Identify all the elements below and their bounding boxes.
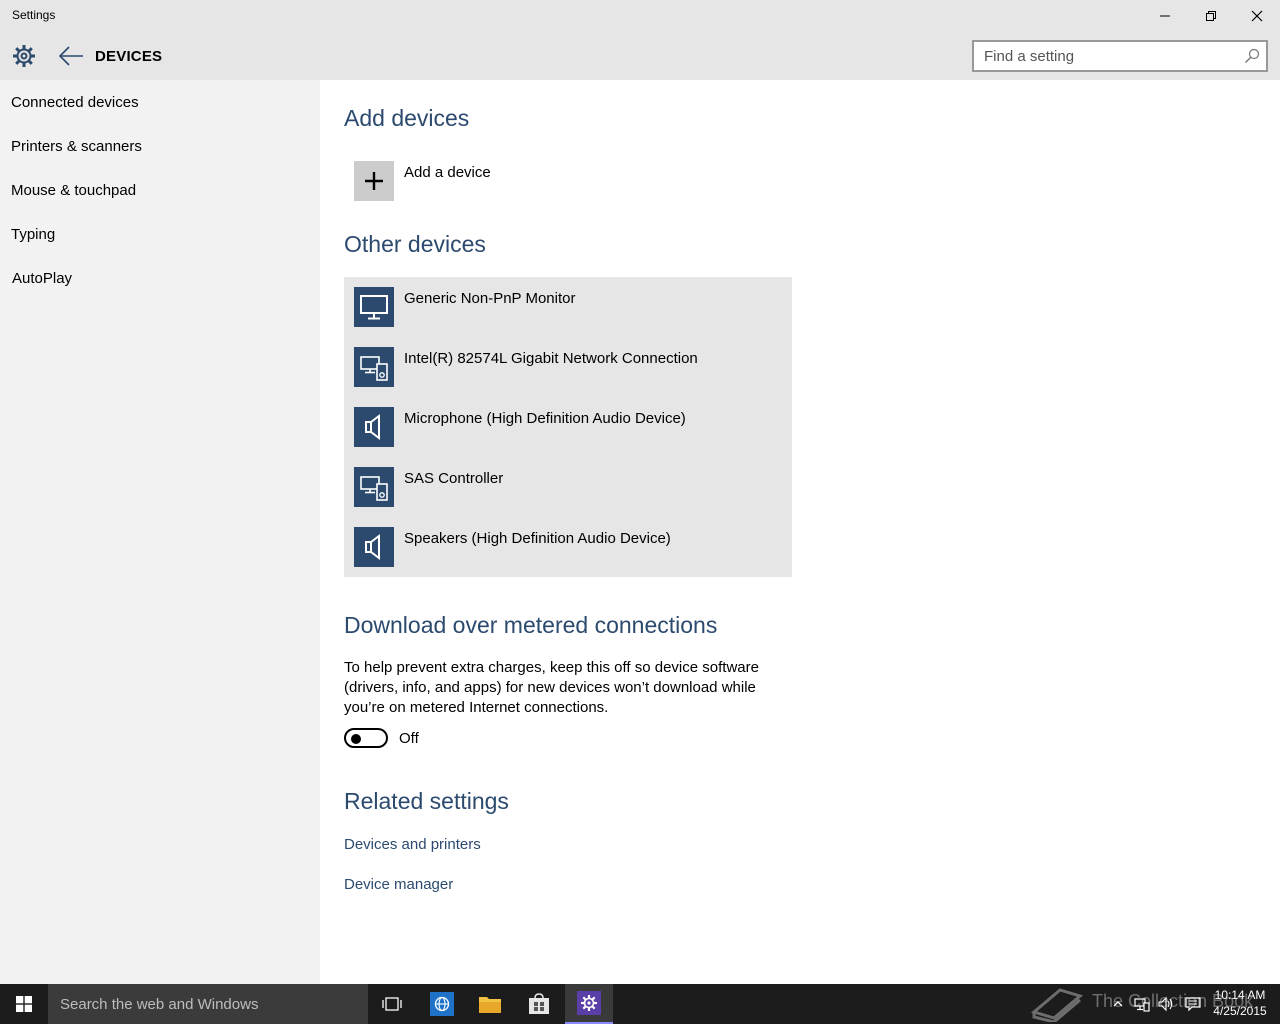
chevron-up-icon[interactable] [1110, 996, 1126, 1012]
search-icon [1245, 48, 1260, 63]
page-title: DEVICES [95, 48, 163, 65]
device-tile [354, 287, 394, 327]
minimize-button[interactable] [1142, 0, 1188, 32]
close-button[interactable] [1234, 0, 1280, 32]
sidebar-item-typing[interactable]: Typing [11, 226, 55, 243]
task-view-button[interactable] [368, 984, 416, 1024]
taskbar-search-box[interactable]: Search the web and Windows [48, 984, 368, 1024]
device-name: Intel(R) 82574L Gigabit Network Connecti… [404, 350, 698, 367]
toggle-state-label: Off [399, 730, 419, 747]
plus-icon [365, 172, 383, 190]
device-manager-link[interactable]: Device manager [344, 876, 453, 893]
network-icon[interactable] [1134, 996, 1150, 1012]
sidebar-item-connected-devices[interactable]: Connected devices [11, 94, 139, 111]
search-box[interactable] [972, 40, 1268, 72]
window-title: Settings [12, 8, 56, 22]
restore-icon [1206, 11, 1216, 21]
taskbar-store-button[interactable] [515, 984, 563, 1024]
toggle-knob [351, 734, 361, 744]
task-view-icon [382, 997, 402, 1011]
related-settings-heading: Related settings [344, 788, 509, 814]
device-name: Speakers (High Definition Audio Device) [404, 530, 671, 547]
taskbar-search-placeholder: Search the web and Windows [60, 996, 259, 1013]
taskbar-clock[interactable]: 10:14 AM 4/25/2015 [1207, 987, 1273, 1019]
device-tile [354, 347, 394, 387]
sidebar-item-autoplay[interactable]: AutoPlay [12, 270, 72, 287]
back-arrow-icon[interactable] [58, 44, 84, 68]
taskbar-browser-button[interactable] [418, 984, 466, 1024]
close-icon [1251, 10, 1263, 22]
add-device-label: Add a device [404, 164, 491, 181]
list-item[interactable]: SAS Controller [354, 467, 784, 507]
restore-button[interactable] [1188, 0, 1234, 32]
title-bar: Settings [0, 0, 1280, 32]
device-list: Generic Non-PnP Monitor Intel(R) 82574L … [344, 277, 792, 577]
device-tile [354, 407, 394, 447]
folder-icon [479, 997, 501, 1013]
store-icon [529, 993, 549, 1014]
metered-toggle[interactable] [344, 728, 388, 748]
device-name: Generic Non-PnP Monitor [404, 290, 576, 307]
gear-icon[interactable] [12, 44, 36, 68]
devices-and-printers-link[interactable]: Devices and printers [344, 836, 481, 853]
sidebar-item-printers-scanners[interactable]: Printers & scanners [11, 138, 142, 155]
device-name: SAS Controller [404, 470, 504, 487]
action-center-icon[interactable] [1185, 996, 1201, 1012]
speaker-icon [365, 414, 380, 440]
start-button[interactable] [0, 984, 48, 1024]
list-item[interactable]: Intel(R) 82574L Gigabit Network Connecti… [354, 347, 784, 387]
taskbar-file-explorer-button[interactable] [466, 984, 514, 1024]
metered-heading: Download over metered connections [344, 612, 718, 638]
search-input[interactable] [974, 42, 1234, 70]
main-content: Add devices Add a device Other devices G… [320, 80, 1280, 984]
generic-device-icon [360, 356, 388, 381]
add-device-tile [354, 161, 394, 201]
other-devices-heading: Other devices [344, 231, 486, 257]
taskbar-settings-button[interactable] [565, 984, 613, 1024]
windows-logo-icon [16, 996, 32, 1012]
browser-icon [430, 992, 454, 1016]
device-tile [354, 527, 394, 567]
list-item[interactable]: Generic Non-PnP Monitor [354, 287, 784, 327]
clock-date: 4/25/2015 [1213, 1004, 1267, 1018]
speaker-icon [365, 534, 380, 560]
settings-gear-icon [577, 991, 601, 1015]
list-item[interactable]: Microphone (High Definition Audio Device… [354, 407, 784, 447]
minimize-icon [1160, 15, 1170, 17]
volume-icon[interactable] [1158, 996, 1174, 1012]
device-tile [354, 467, 394, 507]
add-device-button[interactable]: Add a device [354, 161, 654, 201]
device-name: Microphone (High Definition Audio Device… [404, 410, 686, 427]
settings-header: DEVICES [0, 32, 1280, 80]
add-devices-heading: Add devices [344, 105, 470, 131]
book-icon [1030, 988, 1084, 1022]
sidebar-item-mouse-touchpad[interactable]: Mouse & touchpad [11, 182, 136, 199]
clock-time: 10:14 AM [1214, 988, 1266, 1002]
monitor-icon [360, 295, 388, 320]
list-item[interactable]: Speakers (High Definition Audio Device) [354, 527, 784, 567]
metered-description: To help prevent extra charges, keep this… [344, 659, 759, 716]
generic-device-icon [360, 476, 388, 501]
taskbar: Search the web and Windows The Collectio… [0, 984, 1280, 1024]
sidebar: Connected devices Printers & scanners Mo… [0, 80, 320, 984]
